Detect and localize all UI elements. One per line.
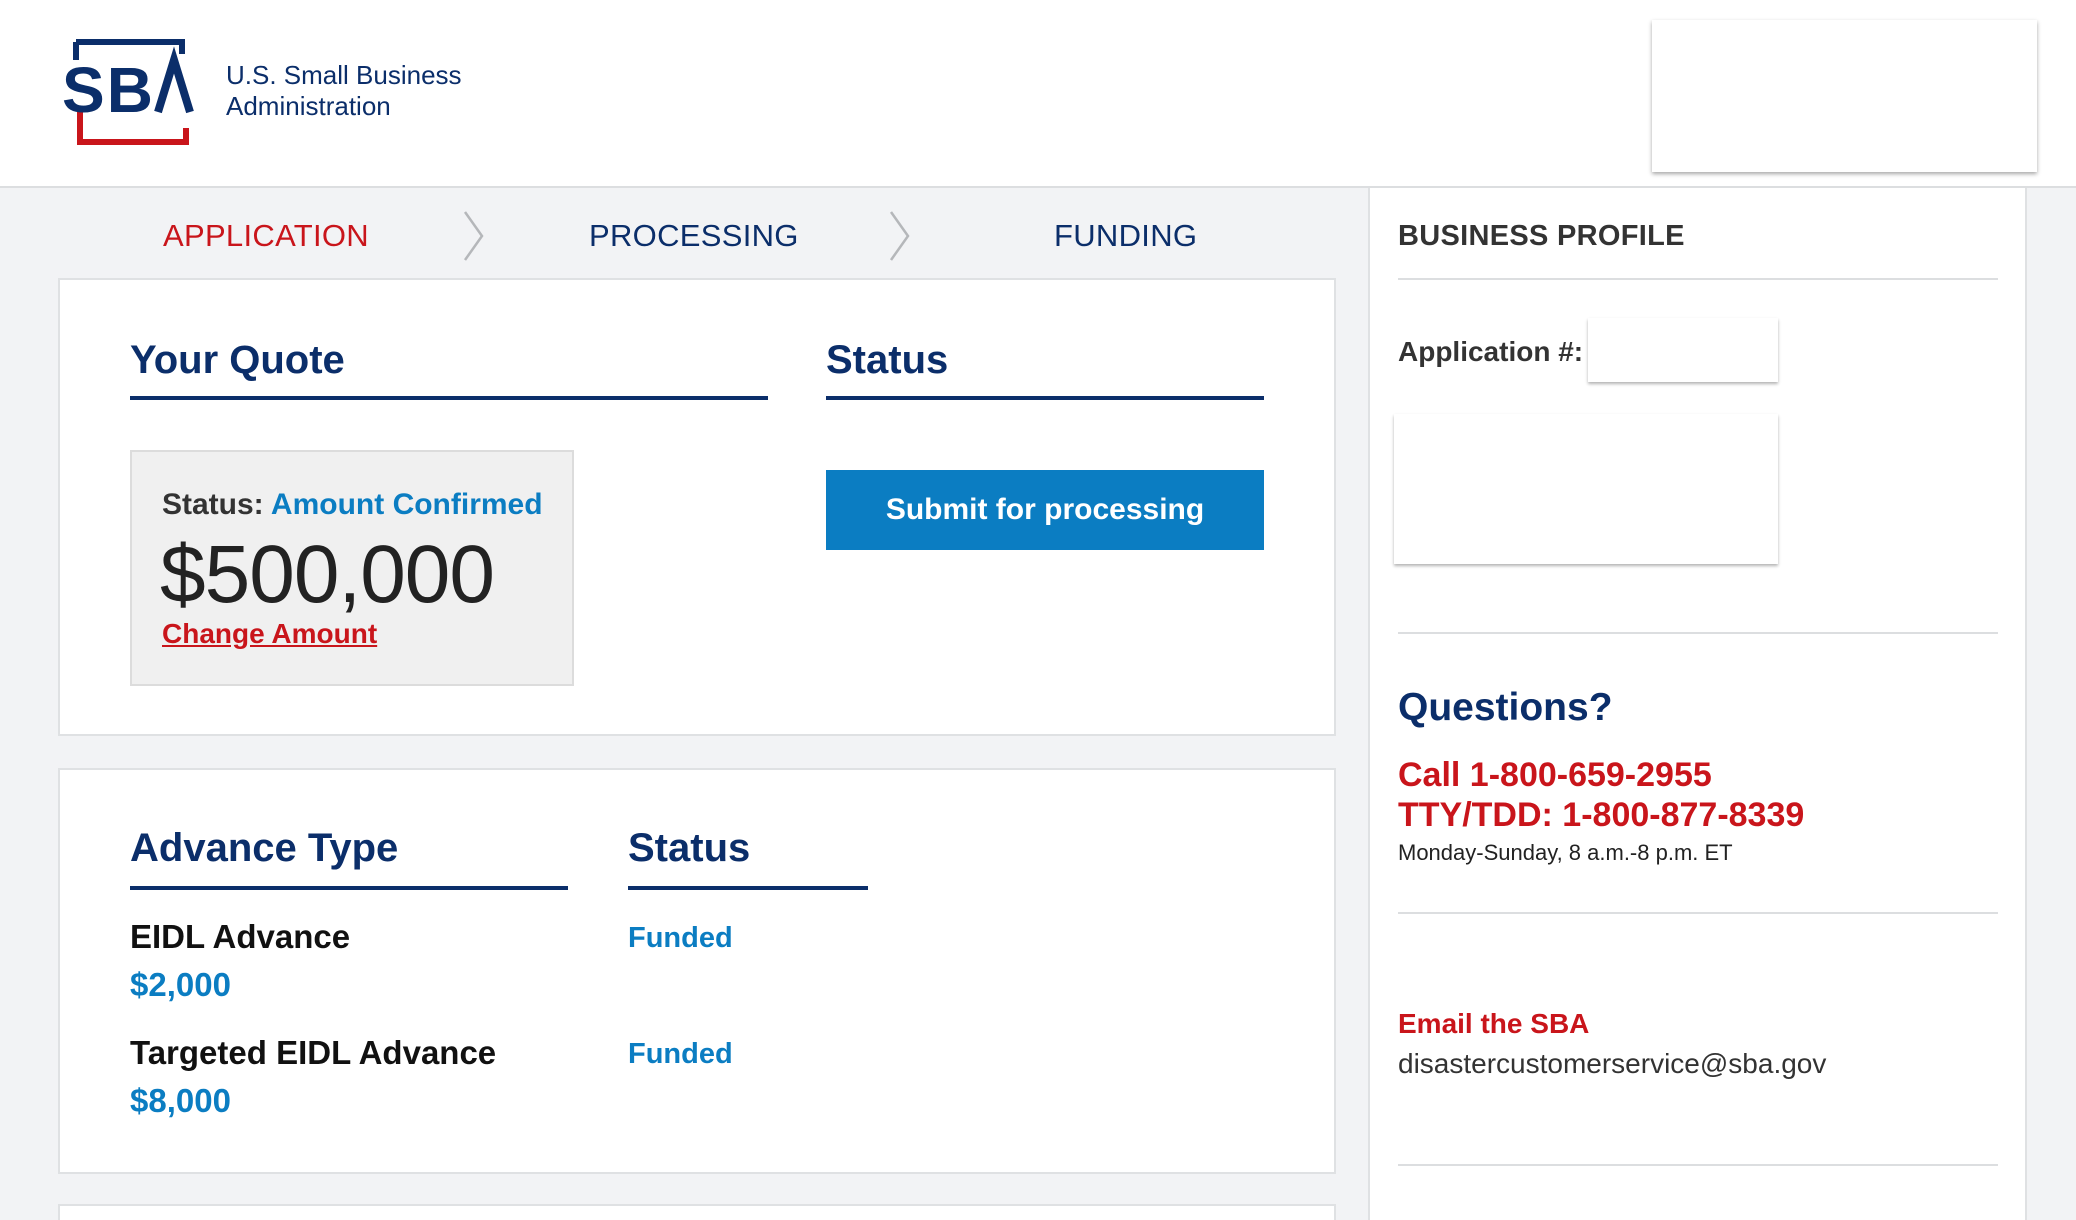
support-email-link[interactable]: disastercustomerservice@sba.gov (1398, 1048, 1826, 1080)
org-name: U.S. Small Business Administration (226, 60, 462, 122)
support-hours: Monday-Sunday, 8 a.m.-8 p.m. ET (1398, 840, 1733, 865)
call-phone-link[interactable]: Call 1-800-659-2955 (1398, 756, 1712, 795)
status-label: Status: (162, 488, 264, 521)
step-funding: FUNDING (1054, 218, 1198, 253)
chevron-right-icon (889, 211, 910, 261)
advance-type-heading: Advance Type (130, 826, 399, 870)
quote-amount-box: Status: Amount Confirmed $500,000 Change… (130, 450, 574, 686)
quote-status-heading: Status (826, 338, 949, 382)
heading-rule (628, 886, 868, 890)
org-name-line1: U.S. Small Business (226, 60, 462, 90)
progress-steps: APPLICATION PROCESSING FUNDING (58, 188, 1336, 278)
change-amount-link[interactable]: Change Amount (162, 618, 377, 650)
site-header: SB U.S. Small Business Administration (0, 0, 2076, 188)
sba-logo[interactable]: SB (62, 38, 202, 148)
divider (1398, 1164, 1998, 1166)
org-name-line2: Administration (226, 91, 391, 121)
business-profile-title: BUSINESS PROFILE (1398, 220, 1685, 252)
submit-for-processing-button[interactable]: Submit for processing (826, 470, 1264, 550)
status-value: Amount Confirmed (270, 488, 543, 521)
advance-status-heading: Status (628, 826, 751, 870)
heading-rule (130, 396, 768, 400)
advance-status: Funded (628, 1038, 733, 1070)
application-number-field (1588, 318, 1778, 382)
email-sba-label: Email the SBA (1398, 1008, 1590, 1039)
divider (1398, 912, 1998, 914)
heading-rule (130, 886, 568, 890)
quote-amount: $500,000 (160, 529, 495, 620)
advance-card: Advance Type Status EIDL Advance $2,000 … (58, 768, 1336, 1174)
header-user-panel (1652, 20, 2037, 172)
advance-name: EIDL Advance (130, 918, 351, 955)
business-profile-sidebar: BUSINESS PROFILE Application #: Question… (1368, 188, 2027, 1220)
questions-heading: Questions? (1398, 686, 1613, 729)
divider (1398, 278, 1998, 280)
tty-phone-link[interactable]: TTY/TDD: 1-800-877-8339 (1398, 796, 1804, 835)
advance-name: Targeted EIDL Advance (130, 1034, 497, 1071)
your-quote-heading: Your Quote (130, 338, 345, 382)
divider (1398, 632, 1998, 634)
heading-rule (826, 396, 1264, 400)
advance-amount: $8,000 (130, 1082, 231, 1119)
advance-status: Funded (628, 922, 733, 954)
sba-logo-text: SB (62, 54, 155, 126)
quote-card: Your Quote Status Status: Amount Confirm… (58, 278, 1336, 736)
advance-amount: $2,000 (130, 966, 231, 1003)
chevron-right-icon (463, 211, 484, 261)
step-application: APPLICATION (163, 218, 369, 253)
step-processing: PROCESSING (589, 218, 799, 253)
quote-status-line: Status: Amount Confirmed (162, 488, 543, 522)
business-info-box (1394, 414, 1778, 564)
application-number-label: Application #: (1398, 336, 1584, 367)
next-card (58, 1204, 1336, 1220)
